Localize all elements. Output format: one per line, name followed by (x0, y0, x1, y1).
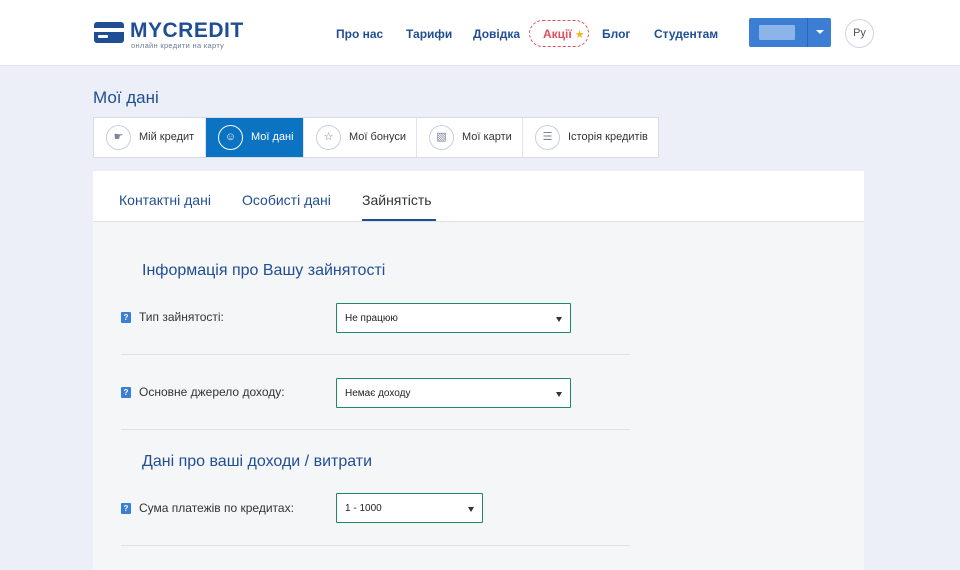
divider (807, 18, 808, 47)
employment-type-select[interactable]: Не працюю (336, 303, 571, 333)
content-card: Контактні дані Особисті дані Зайнятість … (93, 171, 864, 570)
account-tabs: ☛ Мій кредит ☺ Мої дані ☆ Мої бонуси ▧ М… (93, 117, 659, 158)
credit-card-icon (94, 22, 124, 43)
chevron-down-icon[interactable] (816, 30, 824, 34)
star-icon: ★ (574, 29, 585, 41)
tab-credit-history[interactable]: ☰ Історія кредитів (523, 118, 658, 157)
tab-label: Мої дані (251, 131, 294, 143)
tab-my-data[interactable]: ☺ Мої дані (206, 118, 304, 157)
select-value: Немає доходу (345, 388, 411, 399)
promo-label: Акції (543, 27, 572, 41)
thumb-up-icon: ☛ (106, 125, 131, 150)
language-switch[interactable]: Ру (845, 19, 874, 48)
subtab-contact-data[interactable]: Контактні дані (119, 192, 211, 208)
select-value: Не працюю (345, 313, 398, 324)
nav-help[interactable]: Довідка (473, 27, 520, 41)
list-icon: ☰ (535, 125, 560, 150)
tab-label: Мої бонуси (349, 131, 407, 143)
divider (121, 429, 630, 430)
site-header: MYCREDIT онлайн кредити на карту Про нас… (0, 0, 960, 66)
user-icon: ☺ (218, 125, 243, 150)
nav-promotions[interactable]: Акції ★ (529, 20, 589, 47)
subtab-personal-data[interactable]: Особисті дані (242, 192, 331, 208)
income-source-label: Основне джерело доходу: (139, 385, 285, 399)
tab-my-credit[interactable]: ☛ Мій кредит (94, 118, 206, 157)
logo-text: MYCREDIT (130, 19, 244, 42)
section-title-income: Дані про ваші доходи / витрати (142, 453, 373, 470)
star-icon: ☆ (316, 125, 341, 150)
tab-label: Мій кредит (139, 131, 195, 143)
divider (121, 354, 630, 355)
tab-my-cards[interactable]: ▧ Мої карти (417, 118, 523, 157)
card-icon: ▧ (429, 125, 454, 150)
page-title: Мої дані (93, 88, 159, 107)
caret-down-icon (468, 507, 474, 512)
section-title-employment: Інформація про Вашу зайнятості (142, 262, 386, 279)
user-name-redacted (759, 25, 795, 40)
income-source-select[interactable]: Немає доходу (336, 378, 571, 408)
employment-type-label: Тип зайнятості: (139, 310, 224, 324)
select-value: 1 - 1000 (345, 503, 382, 514)
help-icon[interactable]: ? (121, 312, 131, 323)
tab-label: Мої карти (462, 131, 512, 143)
help-icon[interactable]: ? (121, 387, 131, 398)
loan-payments-label: Сума платежів по кредитах: (139, 501, 294, 515)
tab-my-bonuses[interactable]: ☆ Мої бонуси (304, 118, 417, 157)
nav-students[interactable]: Студентам (654, 27, 718, 41)
logo-tagline: онлайн кредити на карту (131, 41, 225, 50)
user-menu-button[interactable] (749, 18, 831, 47)
divider (121, 545, 630, 546)
nav-tariffs[interactable]: Тарифи (406, 27, 452, 41)
nav-blog[interactable]: Блог (602, 27, 630, 41)
active-subtab-indicator (362, 219, 436, 221)
subtab-employment[interactable]: Зайнятість (362, 192, 432, 208)
caret-down-icon (556, 392, 562, 397)
loan-payments-select[interactable]: 1 - 1000 (336, 493, 483, 523)
subtabs-bar: Контактні дані Особисті дані Зайнятість (93, 171, 864, 222)
caret-down-icon (556, 317, 562, 322)
help-icon[interactable]: ? (121, 503, 131, 514)
logo[interactable]: MYCREDIT онлайн кредити на карту (94, 19, 243, 50)
tab-label: Історія кредитів (568, 131, 648, 143)
nav-about[interactable]: Про нас (336, 27, 383, 41)
